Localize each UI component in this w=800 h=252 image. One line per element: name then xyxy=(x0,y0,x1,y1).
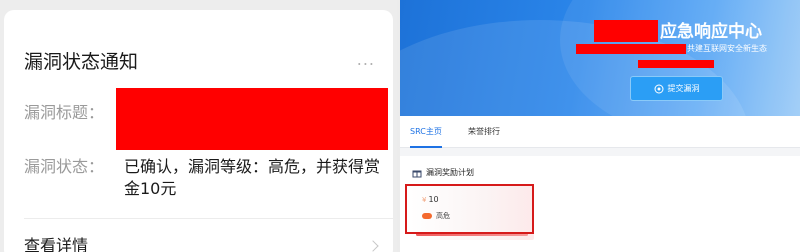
gift-icon xyxy=(412,170,422,178)
redacted-slogan-prefix xyxy=(576,44,686,54)
redacted-brand-name xyxy=(594,20,658,42)
vuln-status-value: 已确认，漏洞等级：高危，并获得赏金10元 xyxy=(124,157,381,198)
banner-slogan: 共建互联网安全新生态 xyxy=(687,44,767,53)
hero-banner: 应急响应中心 共建互联网安全新生态 提交漏洞 xyxy=(400,0,800,116)
view-details-link[interactable]: 查看详情 xyxy=(24,235,88,252)
highlight-annotation-box xyxy=(405,184,534,234)
tab-honor-ranking[interactable]: 荣誉排行 xyxy=(468,116,500,148)
tab-src-home[interactable]: SRC主页 xyxy=(410,116,442,148)
chevron-right-icon[interactable] xyxy=(367,240,379,252)
divider xyxy=(24,218,393,219)
notification-card[interactable]: 漏洞状态通知 ... 漏洞标题： 漏洞状态： 已确认，漏洞等级：高危，并获得赏金… xyxy=(4,10,393,252)
redacted-vuln-title xyxy=(116,88,388,150)
banner-heading: 应急响应中心 xyxy=(660,22,762,42)
redacted-subtitle xyxy=(638,60,714,68)
submit-vulnerability-button[interactable]: 提交漏洞 xyxy=(630,76,723,101)
tab-bar: SRC主页 荣誉排行 xyxy=(400,116,800,148)
reward-plan-title: 漏洞奖励计划 xyxy=(426,168,474,177)
notification-panel: 漏洞状态通知 ... 漏洞标题： 漏洞状态： 已确认，漏洞等级：高危，并获得赏金… xyxy=(0,0,397,252)
vuln-title-label: 漏洞标题： xyxy=(24,103,105,122)
submit-button-label: 提交漏洞 xyxy=(667,84,700,93)
bug-icon xyxy=(654,84,663,93)
vuln-status-label: 漏洞状态： xyxy=(24,157,105,176)
notification-title: 漏洞状态通知 xyxy=(24,51,139,73)
more-options-icon[interactable]: ... xyxy=(357,50,375,70)
